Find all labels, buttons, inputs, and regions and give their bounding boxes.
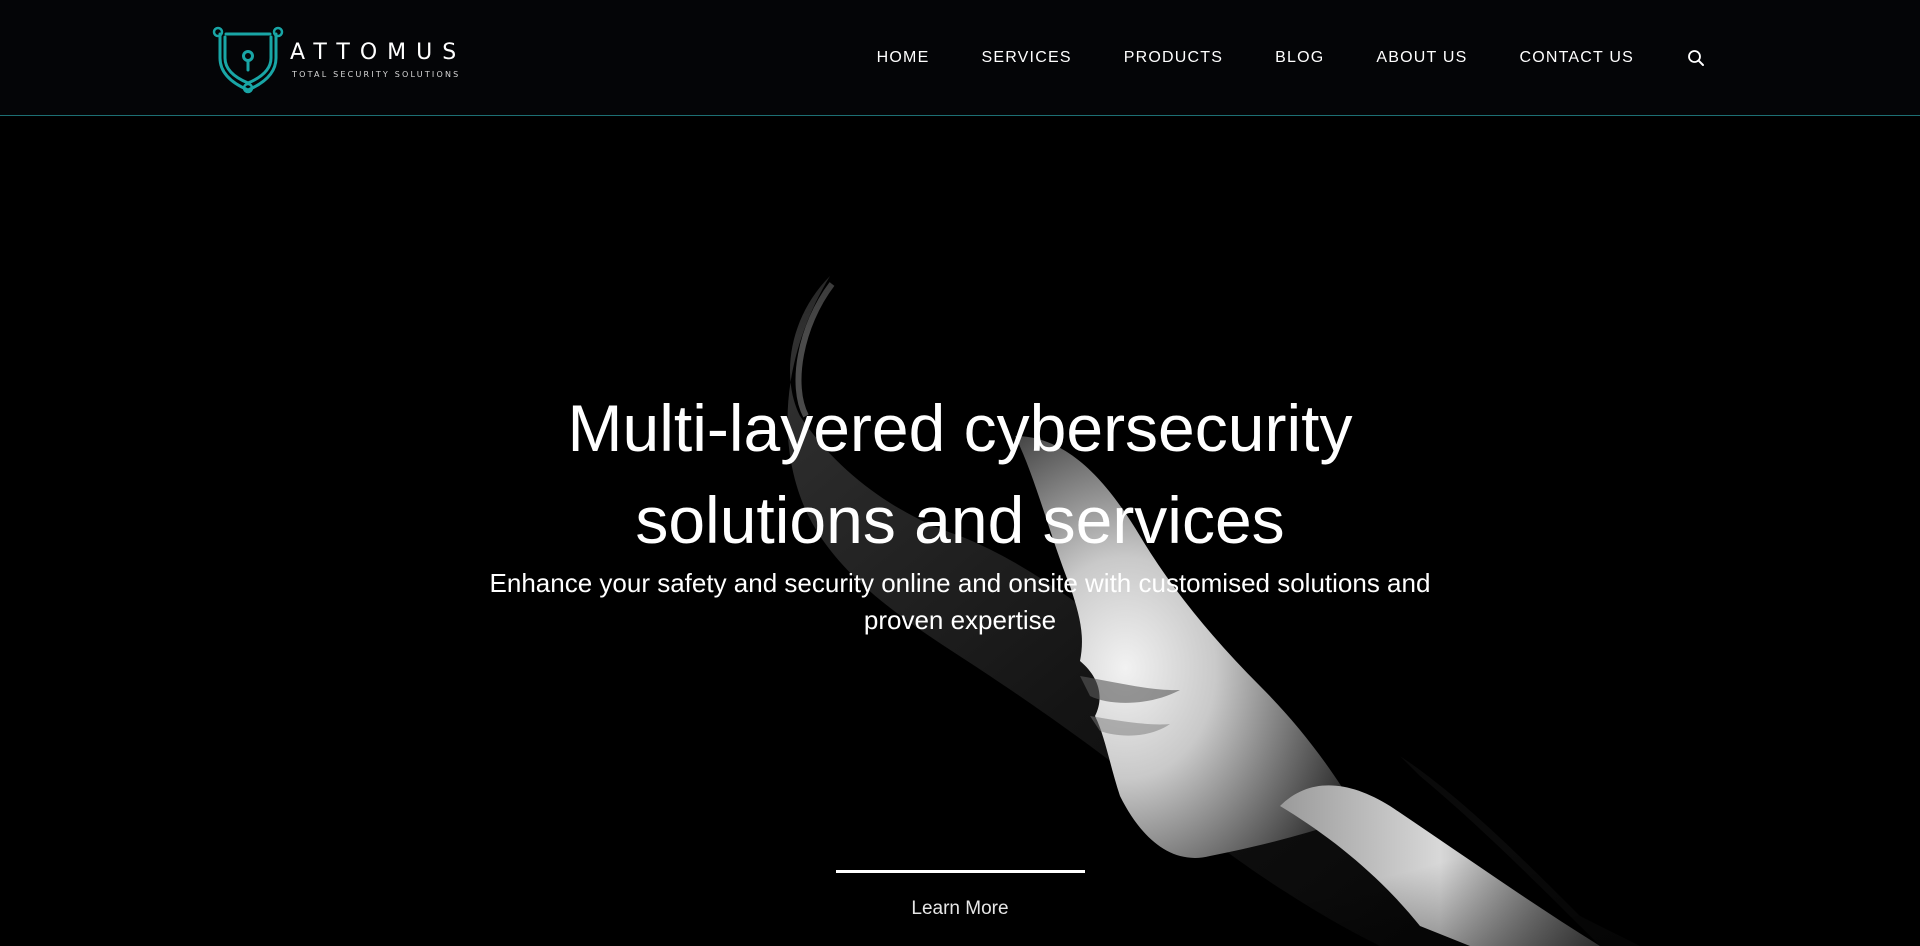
brand-name: ATTOMUS — [290, 39, 467, 65]
hero-subtitle-line-1: Enhance your safety and security online … — [489, 568, 1431, 598]
shield-lock-logo-icon — [212, 26, 284, 94]
nav-item-contact-us[interactable]: CONTACT US — [1519, 49, 1634, 67]
logo-text: ATTOMUS TOTAL SECURITY SOLUTIONS — [290, 40, 466, 79]
nav-item-services[interactable]: SERVICES — [981, 49, 1071, 67]
hero-subtitle: Enhance your safety and security online … — [460, 565, 1460, 639]
nav-item-products[interactable]: PRODUCTS — [1124, 49, 1223, 67]
hero-subtitle-line-2: proven expertise — [863, 605, 1057, 635]
site-header: ATTOMUS TOTAL SECURITY SOLUTIONS HOME SE… — [0, 0, 1920, 116]
hero-title-line-1: Multi-layered cybersecurity — [567, 391, 1353, 465]
search-icon[interactable] — [1686, 48, 1706, 68]
main-nav: HOME SERVICES PRODUCTS BLOG ABOUT US CON… — [825, 0, 1706, 116]
nav-item-about-us[interactable]: ABOUT US — [1376, 49, 1467, 67]
logo-link[interactable]: ATTOMUS TOTAL SECURITY SOLUTIONS — [212, 24, 466, 94]
hero-title: Multi-layered cybersecurity solutions an… — [460, 382, 1460, 566]
page: ATTOMUS TOTAL SECURITY SOLUTIONS HOME SE… — [0, 0, 1920, 946]
nav-item-home[interactable]: HOME — [877, 49, 930, 67]
hero-section: Multi-layered cybersecurity solutions an… — [0, 116, 1920, 946]
learn-more-button[interactable]: Learn More — [860, 898, 1060, 920]
brand-tagline: TOTAL SECURITY SOLUTIONS — [292, 69, 461, 79]
nav-item-blog[interactable]: BLOG — [1275, 49, 1324, 67]
hero-content: Multi-layered cybersecurity solutions an… — [0, 116, 1920, 946]
hero-title-line-2: solutions and services — [635, 483, 1285, 557]
cta-divider — [836, 870, 1085, 873]
